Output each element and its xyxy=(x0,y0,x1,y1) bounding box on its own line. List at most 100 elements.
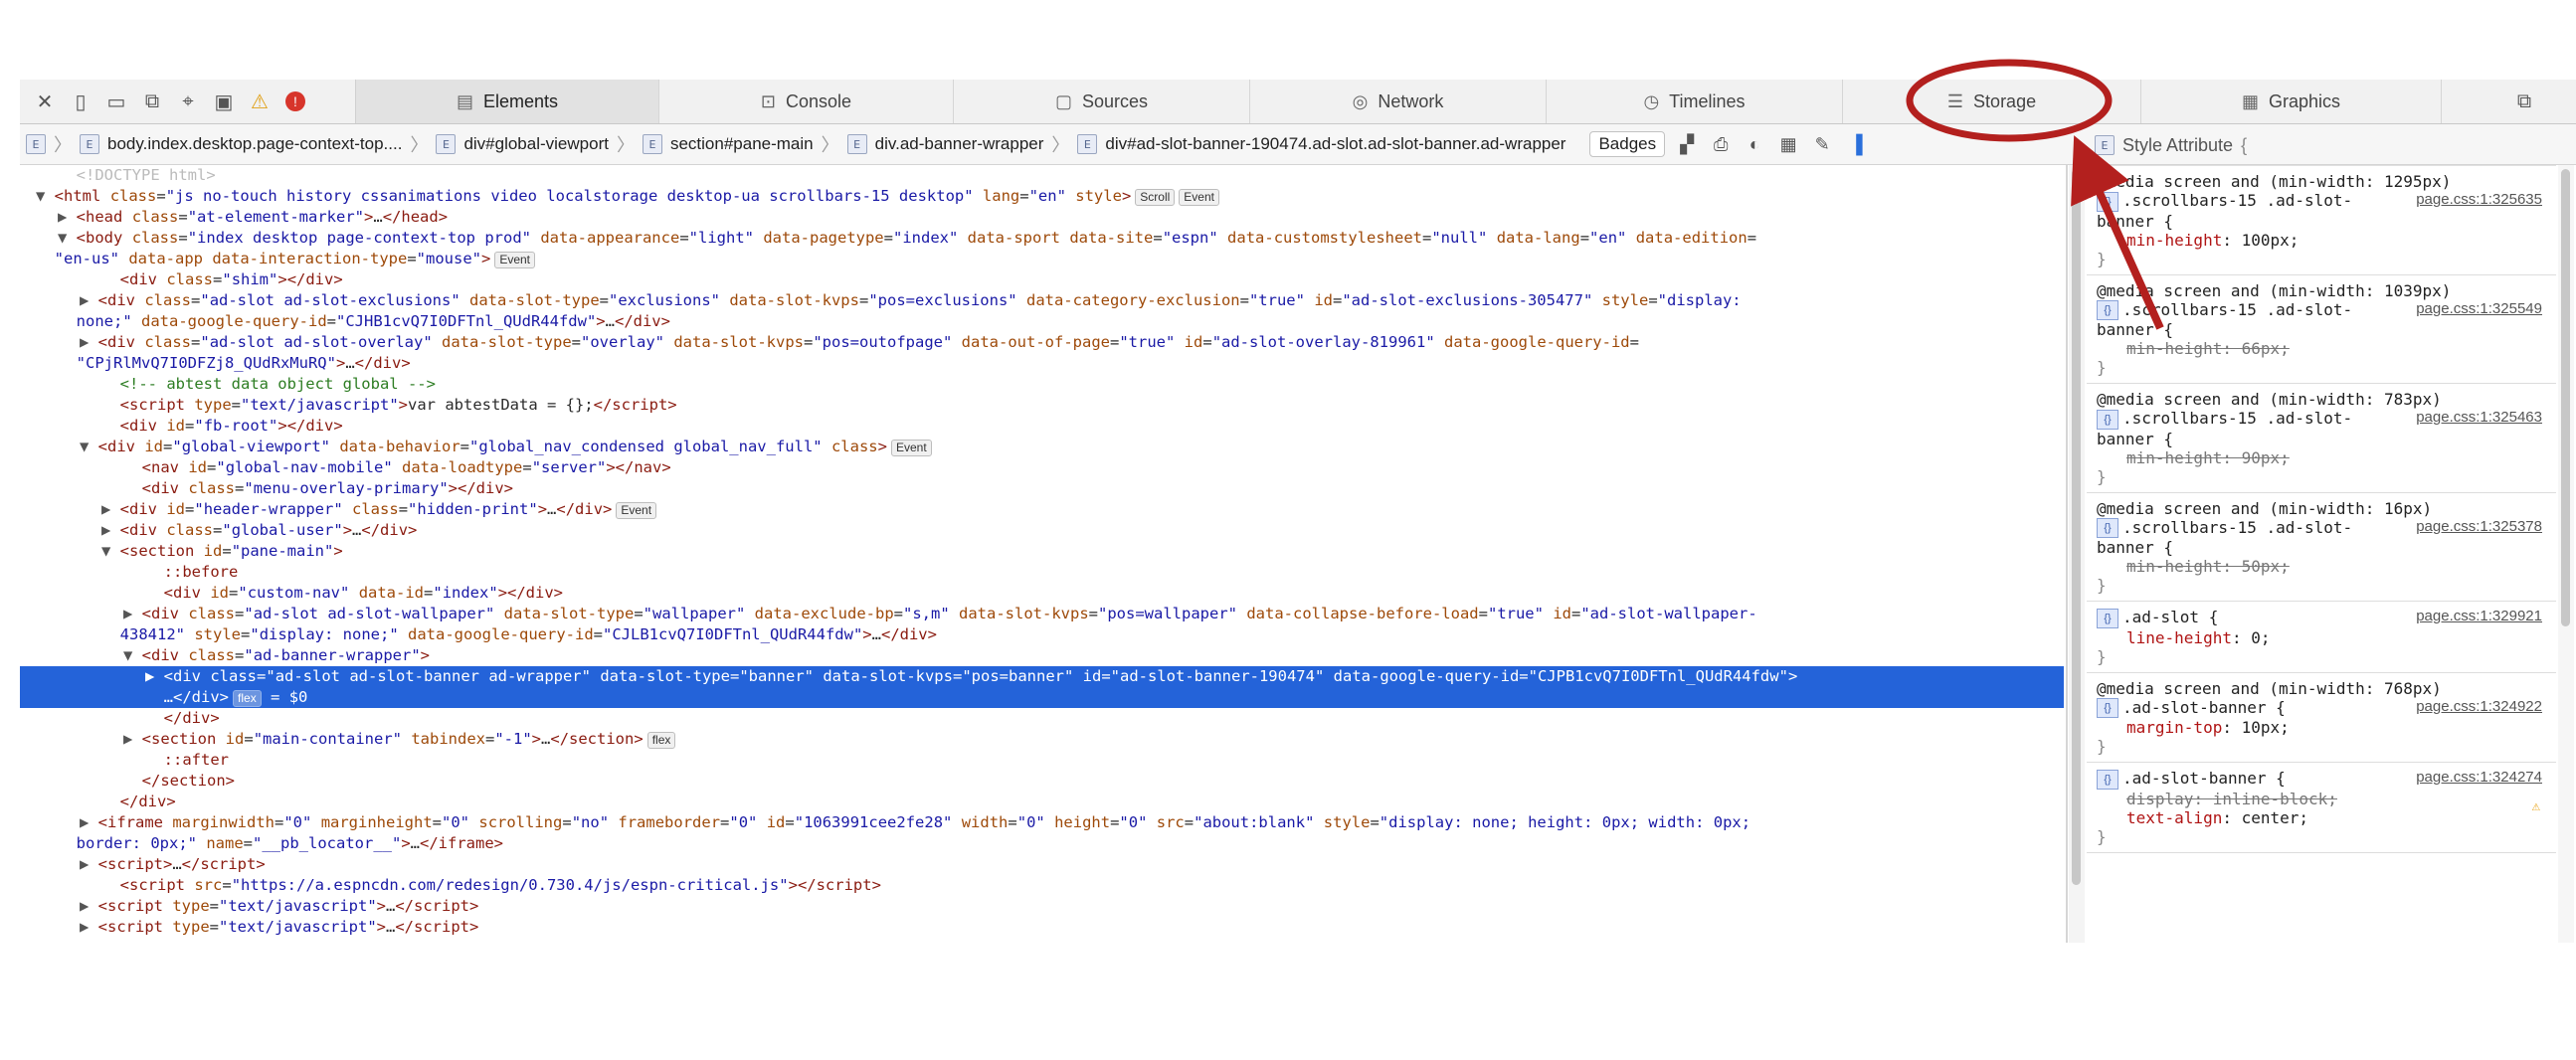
disclosure-closed-icon[interactable]: ▶ xyxy=(80,291,98,309)
css-property[interactable]: min-height: 100px; xyxy=(2097,231,2548,250)
dom-node[interactable]: </section> xyxy=(20,771,2064,792)
source-link[interactable]: page.css:1:325378 xyxy=(2416,518,2542,535)
breadcrumb-body[interactable]: Ebody.index.desktop.page-context-top.... xyxy=(74,134,408,154)
dom-node-selected[interactable]: ▶ <div class="ad-slot ad-slot-banner ad-… xyxy=(20,666,2064,687)
disclosure-open-icon[interactable]: ▼ xyxy=(80,438,98,455)
source-link[interactable]: page.css:1:324922 xyxy=(2416,698,2542,715)
dom-node[interactable]: ▶ <div class="ad-slot ad-slot-wallpaper"… xyxy=(20,604,2064,624)
style-rule[interactable]: {} .ad-slot {page.css:1:329921 line-height… xyxy=(2087,602,2556,673)
tab-graphics[interactable]: ▦ Graphics xyxy=(2141,80,2442,123)
disclosure-closed-icon[interactable]: ▶ xyxy=(80,918,98,936)
tab-console[interactable]: ⊡ Console xyxy=(659,80,954,123)
dock-bottom-icon[interactable]: ▭ xyxy=(103,88,129,114)
css-property[interactable]: min-height: 66px; xyxy=(2097,339,2548,358)
style-rule[interactable]: @media screen and (min-width: 768px){} .a… xyxy=(2087,673,2556,763)
dom-node[interactable]: </div> xyxy=(20,792,2064,812)
device-icon[interactable]: ▣ xyxy=(211,88,237,114)
dom-node[interactable]: border: 0px;" name="__pb_locator__">…</i… xyxy=(20,833,2064,854)
dom-node[interactable]: ▼ <section id="pane-main"> xyxy=(20,541,2064,562)
dom-node[interactable]: ▼ <body class="index desktop page-contex… xyxy=(20,228,2064,249)
dom-node[interactable]: ▶ <div class="ad-slot ad-slot-exclusions… xyxy=(20,290,2064,311)
dom-node[interactable]: ▶ <script type="text/javascript">…</scri… xyxy=(20,896,2064,917)
dom-node[interactable]: 438412" style="display: none;" data-goog… xyxy=(20,624,2064,645)
dom-node[interactable]: "CPjRlMvQ7I0DFZj8_QUdRxMuRQ">…</div> xyxy=(20,353,2064,374)
disclosure-open-icon[interactable]: ▼ xyxy=(36,187,55,205)
dom-node-selected[interactable]: …</div> flex = $0 xyxy=(20,687,2064,708)
source-link[interactable]: page.css:1:329921 xyxy=(2416,608,2542,624)
dom-node[interactable]: <div class="shim"></div> xyxy=(20,269,2064,290)
dom-node[interactable]: <script src="https://a.espncdn.com/redes… xyxy=(20,875,2064,896)
css-property[interactable]: min-height: 50px; xyxy=(2097,557,2548,576)
disclosure-open-icon[interactable]: ▼ xyxy=(123,646,142,664)
dom-node[interactable]: ::before xyxy=(20,562,2064,583)
css-property[interactable]: min-height: 90px; xyxy=(2097,448,2548,467)
dom-node[interactable]: "en-us" data-app data-interaction-type="… xyxy=(20,249,2064,269)
breadcrumb-ad-banner-wrapper[interactable]: Ediv.ad-banner-wrapper xyxy=(841,134,1050,154)
css-property[interactable]: margin-top: 10px; xyxy=(2097,718,2548,737)
dom-node[interactable]: <div id="custom-nav" data-id="index"></d… xyxy=(20,583,2064,604)
badges-button[interactable]: Badges xyxy=(1589,131,1666,157)
dock-left-icon[interactable]: ▯ xyxy=(68,88,93,114)
dom-node[interactable]: ▼ <div class="ad-banner-wrapper"> xyxy=(20,645,2064,666)
style-rule[interactable]: @media screen and (min-width: 1039px){}.… xyxy=(2087,275,2556,384)
dom-node[interactable]: <!-- abtest data object global --> xyxy=(20,374,2064,395)
breadcrumb-global-viewport[interactable]: Ediv#global-viewport xyxy=(430,134,615,154)
tab-elements[interactable]: ▤ Elements xyxy=(356,80,659,123)
close-icon[interactable]: ✕ xyxy=(32,88,58,114)
dom-node[interactable]: ▶ <section id="main-container" tabindex=… xyxy=(20,729,2064,750)
source-link[interactable]: page.css:1:325463 xyxy=(2416,409,2542,426)
style-rule[interactable]: @media screen and (min-width: 783px){} .s… xyxy=(2087,384,2556,493)
dom-node[interactable]: <script type="text/javascript">var abtes… xyxy=(20,395,2064,416)
disclosure-closed-icon[interactable]: ▶ xyxy=(80,855,98,873)
breadcrumb-pane-main[interactable]: Esection#pane-main xyxy=(637,134,820,154)
css-property[interactable]: display: inline-block; xyxy=(2097,790,2548,808)
dom-node[interactable]: ▶ <div class="ad-slot ad-slot-overlay" d… xyxy=(20,332,2064,353)
tab-overflow-icon[interactable]: ⧉ xyxy=(2511,88,2537,114)
error-icon[interactable]: ! xyxy=(282,88,308,114)
dom-node[interactable]: ▶ <head class="at-element-marker">…</hea… xyxy=(20,207,2064,228)
disclosure-closed-icon[interactable]: ▶ xyxy=(145,667,164,685)
print-icon[interactable]: ⎙ xyxy=(1709,134,1733,155)
dom-node[interactable]: <div class="menu-overlay-primary"></div> xyxy=(20,478,2064,499)
dom-node[interactable]: ▶ <div class="global-user">…</div> xyxy=(20,520,2064,541)
breadcrumb-ad-slot-banner[interactable]: Ediv#ad-slot-banner-190474.ad-slot.ad-sl… xyxy=(1071,134,1571,154)
tab-storage[interactable]: ☰ Storage xyxy=(1843,80,2141,123)
layout-grid-icon[interactable]: ▞ xyxy=(1675,134,1699,155)
css-property[interactable]: text-align: center; xyxy=(2097,808,2548,827)
source-link[interactable]: page.css:1:325549 xyxy=(2416,300,2542,317)
dom-tree-scroll-thumb[interactable] xyxy=(2072,169,2081,885)
source-link[interactable]: page.css:1:325635 xyxy=(2416,191,2542,208)
tab-timelines[interactable]: ◷ Timelines xyxy=(1547,80,1843,123)
disclosure-closed-icon[interactable]: ▶ xyxy=(80,897,98,915)
style-rule[interactable]: @media screen and (min-width: 1295px){}.… xyxy=(2087,166,2556,275)
disclosure-closed-icon[interactable]: ▶ xyxy=(101,500,120,518)
dom-tree[interactable]: <!DOCTYPE html> ▼ <html class="js no-touc… xyxy=(20,165,2064,943)
compositing-icon[interactable]: ▦ xyxy=(1776,134,1800,155)
dom-node[interactable]: ▼ <html class="js no-touch history cssan… xyxy=(20,186,2064,207)
sidebar-scroll-thumb[interactable] xyxy=(2561,169,2570,626)
breadcrumb-root[interactable]: E xyxy=(20,134,52,154)
disclosure-closed-icon[interactable]: ▶ xyxy=(123,605,142,622)
undock-icon[interactable]: ⧉ xyxy=(139,88,165,114)
warning-icon[interactable]: ⚠ xyxy=(247,88,273,114)
warning-icon[interactable]: ⚠ xyxy=(2532,798,2540,814)
style-rule[interactable]: @media screen and (min-width: 16px){} .sc… xyxy=(2087,493,2556,602)
pane-divider[interactable] xyxy=(2066,165,2068,943)
disclosure-closed-icon[interactable]: ▶ xyxy=(80,333,98,351)
dom-node[interactable]: ▶ <iframe marginwidth="0" marginheight="… xyxy=(20,812,2064,833)
appearance-icon[interactable]: ◐ xyxy=(1743,134,1766,155)
edit-pencil-icon[interactable]: ✎ xyxy=(1810,134,1834,155)
dom-node[interactable]: ▶ <div id="header-wrapper" class="hidden… xyxy=(20,499,2064,520)
disclosure-closed-icon[interactable]: ▶ xyxy=(123,730,142,748)
source-link[interactable]: page.css:1:324274 xyxy=(2416,769,2542,786)
disclosure-open-icon[interactable]: ▼ xyxy=(101,542,120,560)
dom-node[interactable]: <div id="fb-root"></div> xyxy=(20,416,2064,437)
dom-node[interactable]: <!DOCTYPE html> xyxy=(20,165,2064,186)
css-property[interactable]: line-height: 0; xyxy=(2097,628,2548,647)
disclosure-closed-icon[interactable]: ▶ xyxy=(101,521,120,539)
style-rule[interactable]: {} .ad-slot-banner {page.css:1:324274 disp… xyxy=(2087,763,2556,853)
disclosure-open-icon[interactable]: ▼ xyxy=(58,229,77,247)
dom-node[interactable]: ::after xyxy=(20,750,2064,771)
tab-sources[interactable]: ▢ Sources xyxy=(954,80,1250,123)
dom-node[interactable]: ▼ <div id="global-viewport" data-behavio… xyxy=(20,437,2064,457)
